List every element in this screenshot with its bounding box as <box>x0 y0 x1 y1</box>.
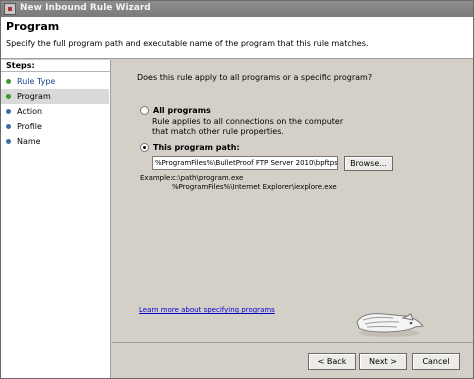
step-label: Program <box>17 92 51 101</box>
all-programs-label[interactable]: All programs <box>153 106 211 115</box>
step-label: Rule Type <box>17 77 56 86</box>
steps-heading: Steps: <box>6 61 35 70</box>
browse-button[interactable]: Browse... <box>344 156 393 171</box>
window-title: New Inbound Rule Wizard <box>20 3 151 13</box>
steps-panel: Steps: Rule Type Program Action Profile … <box>1 60 111 378</box>
step-action[interactable]: Action <box>1 104 109 119</box>
wizard-wand-icon <box>356 313 425 337</box>
all-programs-description: Rule applies to all connections on the c… <box>152 117 344 136</box>
step-label: Name <box>17 137 41 146</box>
step-rule-type[interactable]: Rule Type <box>1 74 109 89</box>
wizard-header: Program Specify the full program path an… <box>1 17 473 59</box>
firewall-icon <box>4 3 16 15</box>
step-pending-icon <box>6 124 11 129</box>
step-pending-icon <box>6 139 11 144</box>
example-line: %ProgramFiles%\Internet Explorer\iexplor… <box>172 183 337 191</box>
step-current-icon <box>6 94 11 99</box>
question-text: Does this rule apply to all programs or … <box>137 73 373 82</box>
back-button[interactable]: < Back <box>308 353 356 370</box>
steps-header: Steps: <box>1 60 110 72</box>
learn-more-link[interactable]: Learn more about specifying programs <box>139 306 275 314</box>
step-program[interactable]: Program <box>1 89 109 104</box>
next-button[interactable]: Next > <box>359 353 407 370</box>
main-content: Does this rule apply to all programs or … <box>112 60 473 342</box>
step-complete-icon <box>6 79 11 84</box>
page-title: Program <box>6 20 60 33</box>
all-programs-radio[interactable] <box>140 106 149 115</box>
wizard-window: New Inbound Rule Wizard Program Specify … <box>0 0 474 379</box>
step-profile[interactable]: Profile <box>1 119 109 134</box>
step-label: Profile <box>17 122 42 131</box>
step-name[interactable]: Name <box>1 134 109 149</box>
page-description: Specify the full program path and execut… <box>6 39 369 48</box>
program-path-label[interactable]: This program path: <box>153 143 240 152</box>
title-bar[interactable]: New Inbound Rule Wizard <box>1 1 473 17</box>
program-path-radio[interactable] <box>140 143 149 152</box>
step-pending-icon <box>6 109 11 114</box>
example-line: c:\path\program.exe <box>172 174 244 182</box>
step-label: Action <box>17 107 43 116</box>
program-path-input[interactable]: %ProgramFiles%\BulletProof FTP Server 20… <box>152 156 338 170</box>
cancel-button[interactable]: Cancel <box>412 353 460 370</box>
wizard-footer: < Back Next > Cancel <box>112 342 473 378</box>
example-label: Example: <box>140 174 173 182</box>
